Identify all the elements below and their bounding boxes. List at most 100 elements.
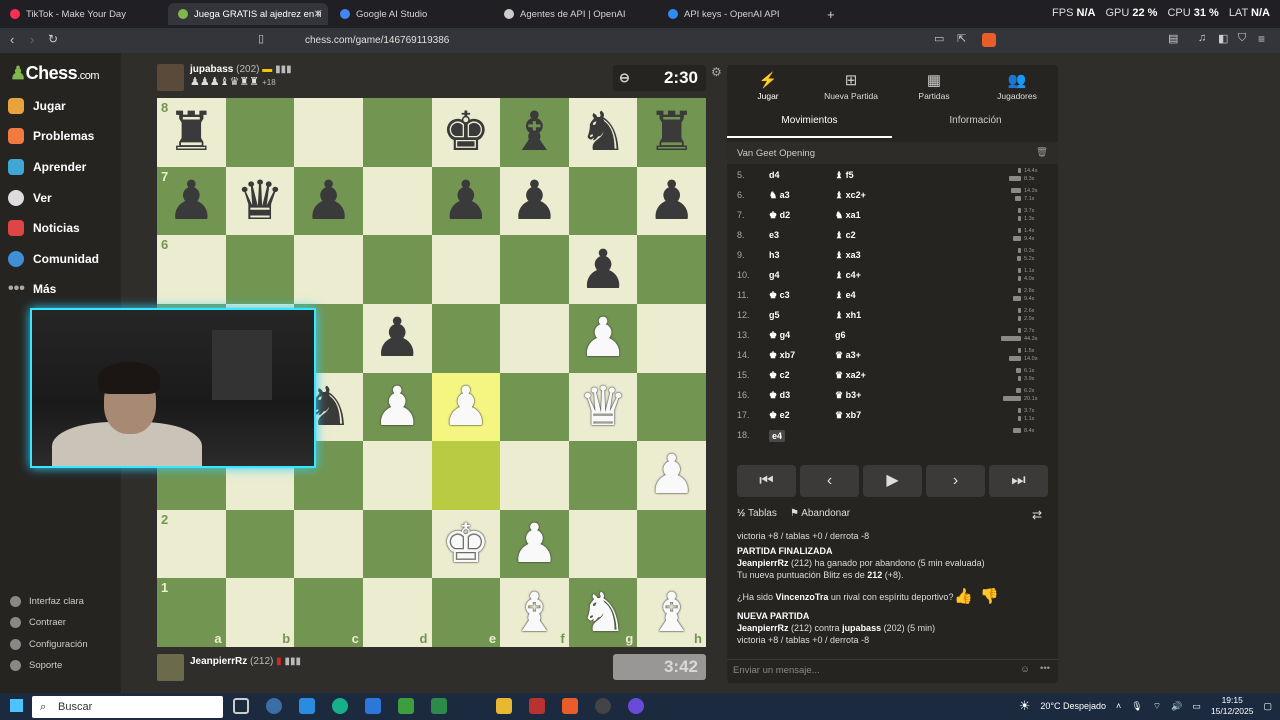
black-move[interactable]: ♝ xh1 (835, 310, 861, 321)
app-icon[interactable] (431, 698, 447, 714)
square-e8[interactable]: ♚ (431, 98, 501, 167)
square-f4[interactable] (500, 372, 569, 442)
square-c6[interactable] (294, 235, 363, 304)
reload-icon[interactable]: ↻ (48, 32, 58, 46)
square-d1[interactable]: d (362, 578, 432, 647)
volume-icon[interactable]: 🔊 (1171, 701, 1182, 712)
white-move[interactable]: ♚ xb7 (769, 350, 795, 361)
black-rook-icon[interactable]: ♜ (647, 105, 695, 159)
black-move[interactable]: ♝ c2 (835, 230, 856, 241)
square-a6[interactable]: 6 (157, 235, 226, 304)
nvidia-icon[interactable] (398, 698, 414, 714)
emoji-icon[interactable]: ☺ (1020, 664, 1030, 675)
brave-shield-icon[interactable] (982, 33, 996, 47)
black-move[interactable]: ♛ a3+ (835, 350, 861, 361)
square-a8[interactable]: 8 ♜ (157, 98, 226, 167)
first-move-button[interactable]: ⏮ (737, 465, 796, 497)
square-g2[interactable] (568, 509, 638, 579)
white-move[interactable]: ♚ d3 (769, 390, 790, 401)
close-tab-icon[interactable]: ✕ (314, 9, 322, 20)
square-c2[interactable] (294, 509, 363, 579)
black-pawn-icon[interactable]: ♟ (442, 173, 490, 228)
white-knight-icon[interactable]: ♞ (579, 585, 627, 640)
square-h4[interactable] (637, 372, 706, 442)
white-king-icon[interactable]: ♚ (442, 517, 490, 571)
white-move[interactable]: g5 (769, 310, 780, 320)
white-move[interactable]: ♚ e2 (769, 410, 790, 421)
black-pawn-icon[interactable]: ♟ (167, 173, 215, 228)
square-f8[interactable]: ♝ (500, 98, 569, 167)
vpn-icon[interactable]: ⛉ (1238, 32, 1246, 45)
white-move[interactable]: ♚ g4 (769, 330, 790, 341)
square-d5[interactable]: ♟ (362, 303, 432, 373)
black-move[interactable]: ♝ f5 (835, 170, 854, 181)
avatar[interactable] (157, 654, 184, 681)
white-queen-icon[interactable]: ♛ (579, 379, 627, 434)
collapse-button[interactable]: Contraer (10, 617, 66, 628)
battery-icon[interactable]: ▭ (1192, 701, 1201, 712)
mic-icon[interactable]: 🎙 (1131, 701, 1142, 712)
black-move[interactable]: ♞ xa1 (835, 210, 861, 221)
square-e3[interactable] (431, 441, 501, 510)
tab-informacion[interactable]: Información (893, 115, 1058, 126)
sidebar-toggle-icon[interactable]: ▤ (1168, 32, 1178, 45)
draw-button[interactable]: ½ Tablas (737, 508, 777, 519)
black-move[interactable]: ♝ e4 (835, 290, 856, 301)
square-e2[interactable]: ♚ (431, 509, 501, 579)
white-pawn-icon[interactable]: ♟ (579, 311, 627, 365)
square-f7[interactable]: ♟ (500, 166, 569, 236)
tab-tiktok[interactable]: TikTok - Make Your Day (0, 3, 165, 25)
nav-noticias[interactable]: Noticias (8, 217, 80, 239)
play-button[interactable]: ▶ (863, 465, 922, 497)
tab-openai-agents[interactable]: Agentes de API | OpenAI (494, 3, 654, 25)
square-g3[interactable] (568, 441, 638, 510)
square-b7[interactable]: ♛ (225, 166, 295, 236)
white-pawn-icon[interactable]: ♟ (510, 517, 558, 571)
square-g1[interactable]: g ♞ (568, 578, 638, 647)
square-a1[interactable]: 1a (157, 578, 226, 647)
bookmark-icon[interactable]: ▯ (258, 32, 264, 45)
tab-movimientos[interactable]: Movimientos (727, 115, 892, 138)
white-pawn-icon[interactable]: ♟ (373, 379, 421, 434)
thumbs-down-icon[interactable]: 👎 (980, 587, 999, 605)
black-pawn-icon[interactable]: ♟ (373, 311, 421, 365)
nav-ver[interactable]: Ver (8, 187, 52, 209)
notification-icon[interactable]: ▢ (1263, 701, 1272, 712)
url-field[interactable]: chess.com/game/146769119386 (280, 32, 980, 49)
chat-input[interactable]: Enviar un mensaje... ☺ ••• (727, 659, 1058, 683)
thumbs-up-icon[interactable]: 👍 (954, 587, 973, 605)
forward-icon[interactable]: › (30, 32, 34, 47)
task-view-icon[interactable] (233, 698, 249, 714)
settings-link[interactable]: Configuración (10, 639, 88, 650)
square-c8[interactable] (294, 98, 363, 167)
square-h1[interactable]: h ♝ (637, 578, 706, 647)
square-b1[interactable]: b (225, 578, 295, 647)
white-move[interactable]: e4 (769, 430, 786, 442)
share-icon[interactable]: ⇱ (957, 32, 966, 45)
board-settings-gear-icon[interactable]: ⚙ (711, 65, 722, 79)
black-pawn-icon[interactable]: ♟ (304, 173, 352, 228)
trash-icon[interactable]: 🗑 (1036, 147, 1048, 158)
cast-icon[interactable]: ▭ (934, 32, 944, 45)
new-tab-button[interactable]: + (822, 3, 842, 25)
square-g7[interactable] (568, 166, 638, 236)
black-pawn-icon[interactable]: ♟ (579, 242, 627, 297)
white-bishop-icon[interactable]: ♝ (647, 585, 695, 640)
app-icon[interactable] (266, 698, 282, 714)
avatar[interactable] (157, 64, 184, 91)
square-c7[interactable]: ♟ (294, 166, 363, 236)
tab-openai-keys[interactable]: API keys - OpenAI API (658, 3, 818, 25)
app-icon[interactable] (529, 698, 545, 714)
resign-button[interactable]: ⚑ Abandonar (790, 508, 850, 519)
square-e4[interactable]: ♟ (431, 372, 501, 442)
square-a2[interactable]: 2 (157, 509, 226, 579)
square-f2[interactable]: ♟ (500, 509, 569, 579)
square-d8[interactable] (362, 98, 432, 167)
square-d3[interactable] (362, 441, 432, 510)
black-pawn-icon[interactable]: ♟ (510, 173, 558, 228)
square-e5[interactable] (431, 303, 501, 373)
black-move[interactable]: ♝ c4+ (835, 270, 861, 281)
white-move[interactable]: g4 (769, 270, 780, 280)
mail-icon[interactable] (365, 698, 381, 714)
square-e1[interactable]: e (431, 578, 501, 647)
